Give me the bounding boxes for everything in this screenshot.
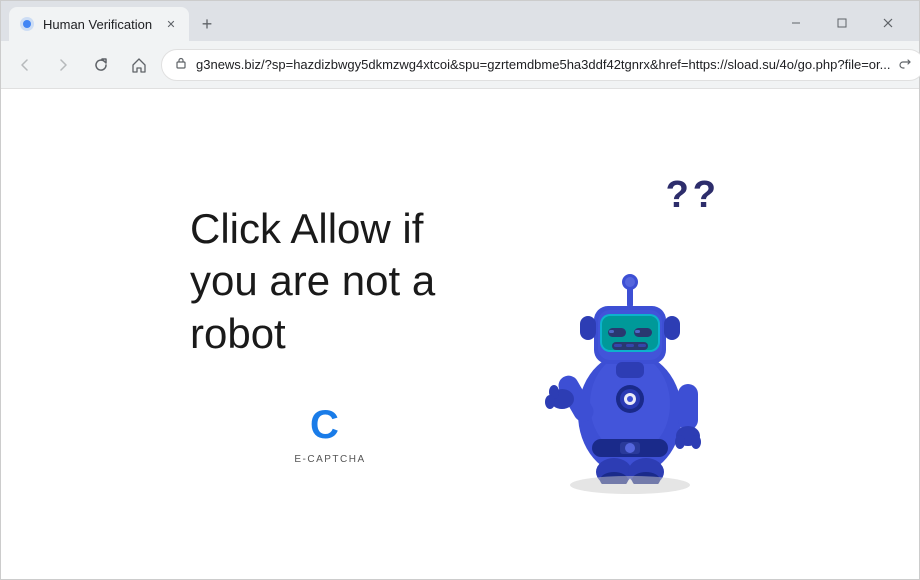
main-heading: Click Allow if you are not a robot <box>190 203 470 361</box>
back-button[interactable] <box>9 49 41 81</box>
tab-title: Human Verification <box>43 17 155 32</box>
window-controls <box>773 9 911 41</box>
browser-frame: Human Verification ✕ + <box>0 0 920 580</box>
svg-text:C: C <box>310 403 339 447</box>
maximize-button[interactable] <box>819 9 865 37</box>
page-content: Click Allow if you are not a robot C E-C… <box>1 89 919 579</box>
captcha-logo: C <box>306 400 354 448</box>
new-tab-button[interactable]: + <box>193 10 221 38</box>
address-text: g3news.biz/?sp=hazdizbwgy5dkmzwg4xtcoi&s… <box>196 57 890 72</box>
toolbar: g3news.biz/?sp=hazdizbwgy5dkmzwg4xtcoi&s… <box>1 41 919 89</box>
active-tab[interactable]: Human Verification ✕ <box>9 7 189 41</box>
lock-icon <box>174 56 188 73</box>
captcha-section: C E-CAPTCHA <box>190 400 470 465</box>
robot-svg <box>540 224 720 484</box>
page-inner: Click Allow if you are not a robot C E-C… <box>60 154 860 514</box>
close-button[interactable] <box>865 9 911 37</box>
reload-button[interactable] <box>85 49 117 81</box>
robot-shadow <box>570 476 690 494</box>
forward-button[interactable] <box>47 49 79 81</box>
home-button[interactable] <box>123 49 155 81</box>
captcha-label: E-CAPTCHA <box>294 454 365 465</box>
tab-close-button[interactable]: ✕ <box>163 16 179 32</box>
share-icon <box>898 58 912 72</box>
tab-favicon <box>19 16 35 32</box>
question-marks: ?? <box>666 174 720 217</box>
text-section: Click Allow if you are not a robot C E-C… <box>190 203 470 466</box>
minimize-button[interactable] <box>773 9 819 37</box>
robot-illustration: ?? <box>530 174 730 494</box>
tab-bar: Human Verification ✕ + <box>1 1 919 41</box>
address-bar[interactable]: g3news.biz/?sp=hazdizbwgy5dkmzwg4xtcoi&s… <box>161 49 920 81</box>
